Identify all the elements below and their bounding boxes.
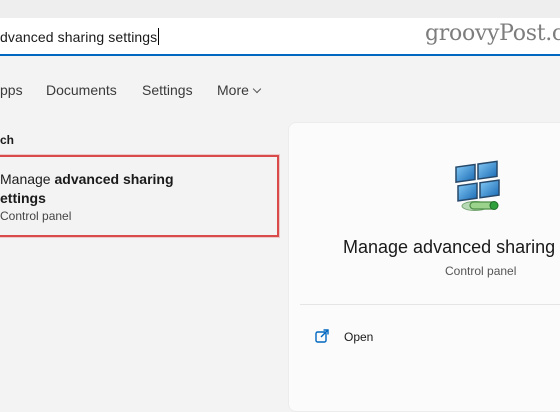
tab-more-label: More <box>217 82 249 98</box>
watermark: groovyPost.c <box>425 21 560 46</box>
search-query-text: dvanced sharing settings <box>0 29 158 45</box>
preview-pane <box>288 122 560 412</box>
best-match-title-bold-2: ettings <box>0 190 46 206</box>
tab-documents[interactable]: Documents <box>46 82 117 98</box>
preview-title: Manage advanced sharing s <box>343 237 560 257</box>
best-match-subtitle: Control panel <box>0 209 72 223</box>
preview-divider <box>300 304 560 305</box>
tab-settings[interactable]: Settings <box>142 82 193 98</box>
section-label-best-match: ch <box>0 133 15 147</box>
best-match-title[interactable]: Manage advanced sharing ettings <box>0 170 180 208</box>
search-input[interactable]: dvanced sharing settings <box>0 28 160 45</box>
best-match-title-prefix: Manage <box>0 171 55 187</box>
window-top-strip <box>0 0 560 18</box>
tab-apps[interactable]: pps <box>0 82 23 98</box>
chevron-down-icon <box>252 84 262 94</box>
open-external-icon <box>315 329 329 343</box>
preview-subtitle: Control panel <box>445 264 517 278</box>
text-caret <box>158 28 160 45</box>
open-action-label: Open <box>344 330 374 344</box>
tab-more[interactable]: More <box>217 82 262 98</box>
best-match-title-bold-1: advanced sharing <box>54 171 174 187</box>
network-computers-icon <box>455 160 500 211</box>
